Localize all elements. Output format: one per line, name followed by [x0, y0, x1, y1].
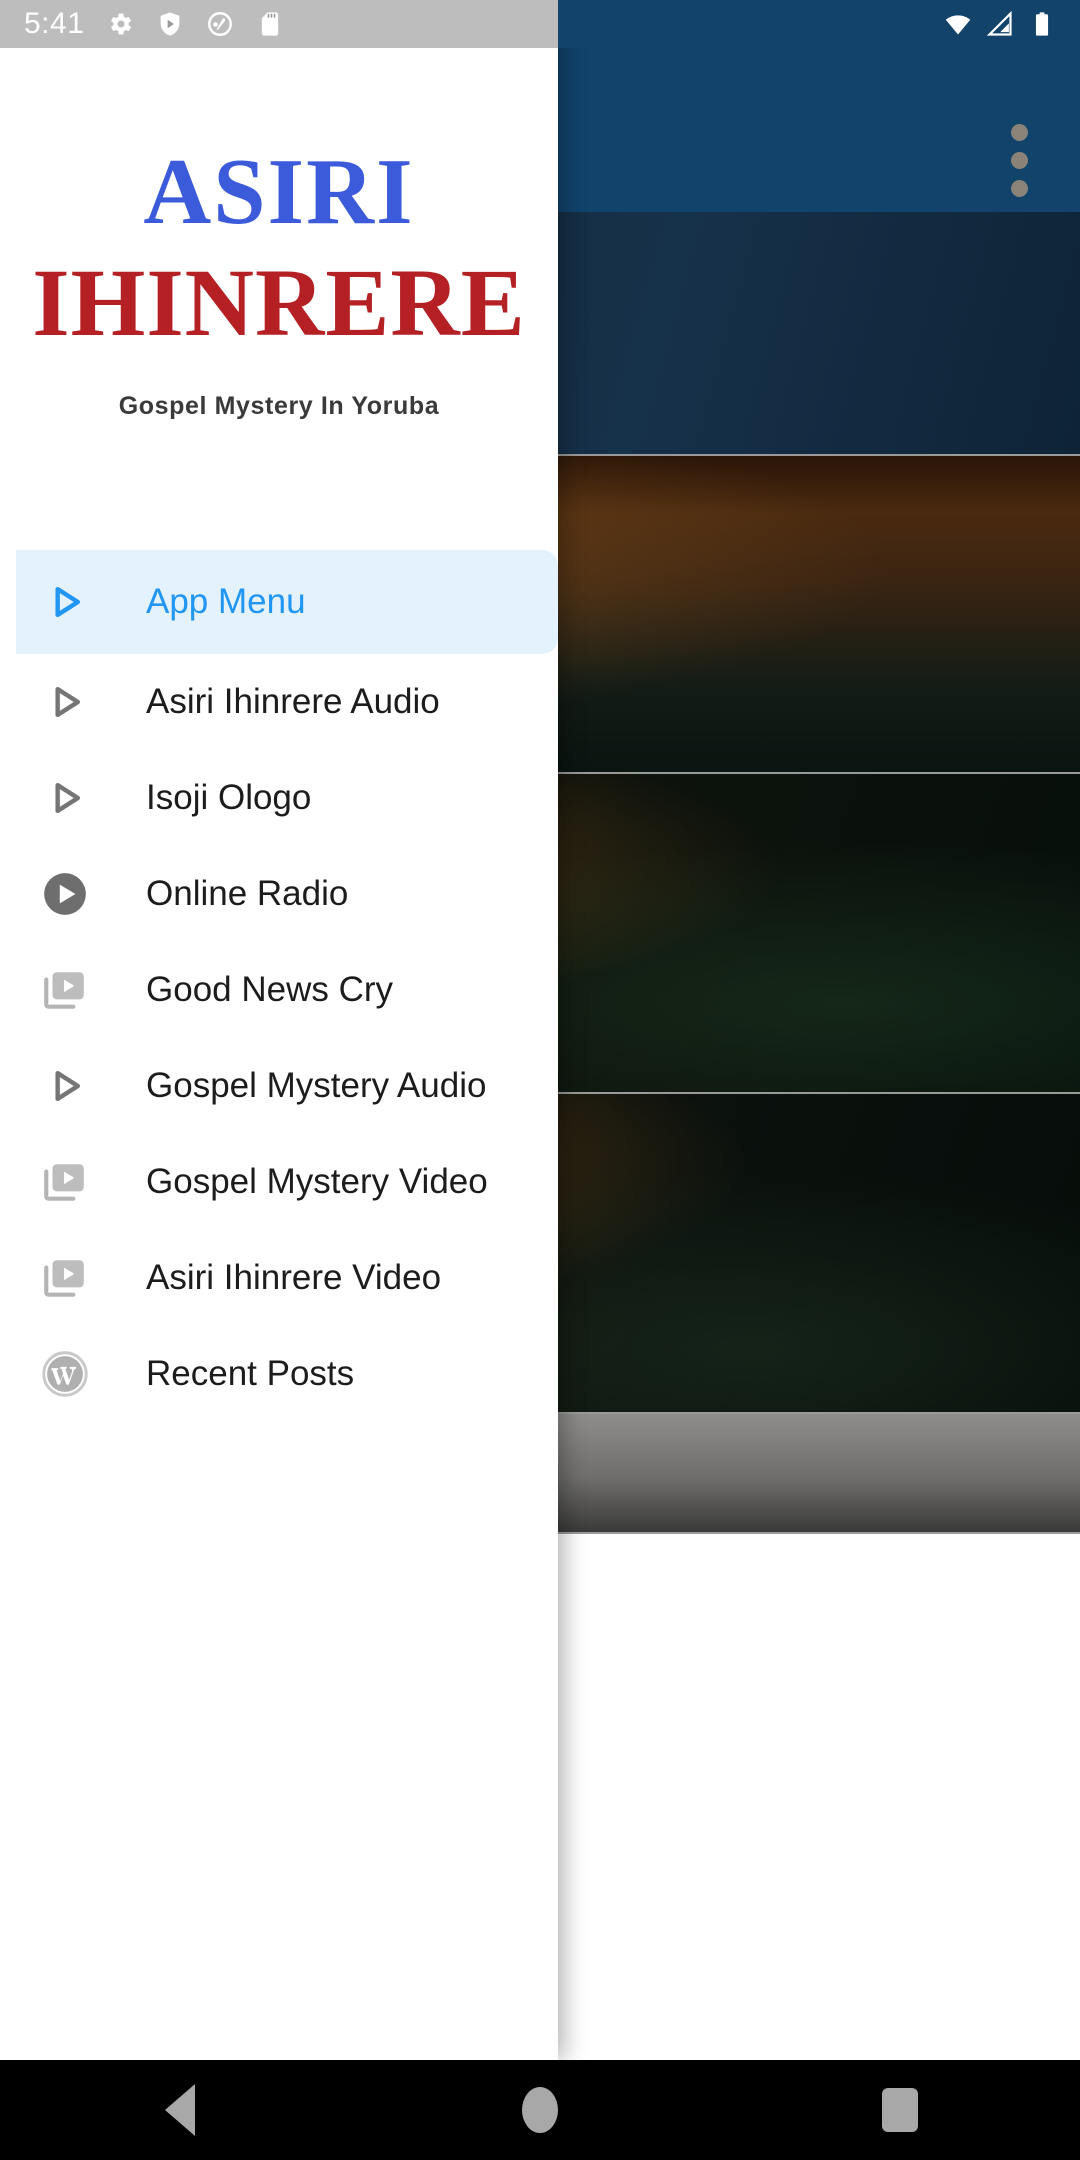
home-circle-icon: [522, 2087, 558, 2133]
status-bar-right: [558, 0, 1080, 48]
drawer-item-gospel-mystery-audio[interactable]: Gospel Mystery Audio: [0, 1038, 558, 1134]
logo-line-asiri: ASIRI: [143, 140, 415, 245]
drawer-item-gospel-mystery-video[interactable]: Gospel Mystery Video: [0, 1134, 558, 1230]
drawer-item-recent-posts[interactable]: Recent Posts: [0, 1326, 558, 1422]
status-bar: 5:41: [0, 0, 1080, 48]
home-button[interactable]: [480, 2060, 600, 2160]
logo-line-ihinrere: IHINRERE: [32, 249, 526, 357]
drawer-item-label: Asiri Ihinrere Audio: [146, 682, 440, 721]
back-triangle-icon: [165, 2084, 195, 2136]
play-outline-icon: [34, 1064, 96, 1108]
battery-icon: [1035, 12, 1049, 36]
overflow-dot-icon: [1011, 152, 1028, 169]
drawer-item-label: Isoji Ologo: [146, 778, 312, 817]
drawer-item-label: Good News Cry: [146, 970, 394, 1009]
drawer-menu-list[interactable]: App Menu Asiri Ihinrere Audio Isoji Olog…: [0, 518, 558, 1422]
play-outline-icon: [34, 580, 96, 624]
drawer-header-logo: ASIRI IHINRERE Gospel Mystery In Yoruba: [0, 48, 558, 518]
sd-card-icon: [262, 12, 279, 36]
status-bar-clock: 5:41: [24, 7, 85, 40]
play-outline-icon: [34, 776, 96, 820]
video-library-icon: [34, 965, 96, 1015]
gear-icon: [111, 13, 132, 35]
overflow-menu-button[interactable]: [1005, 118, 1034, 203]
drawer-item-online-radio[interactable]: Online Radio: [0, 846, 558, 942]
drawer-item-label: Gospel Mystery Audio: [146, 1066, 487, 1105]
play-outline-icon: [34, 680, 96, 724]
wordpress-icon: [34, 1349, 96, 1399]
drawer-item-asiri-ihinrere-video[interactable]: Asiri Ihinrere Video: [0, 1230, 558, 1326]
overflow-dot-icon: [1011, 180, 1028, 197]
drawer-item-isoji-ologo[interactable]: Isoji Ologo: [0, 750, 558, 846]
circle-slash-icon: [208, 12, 233, 36]
recents-button[interactable]: [840, 2060, 960, 2160]
play-circle-icon: [34, 869, 96, 919]
drawer-item-app-menu[interactable]: App Menu: [16, 550, 558, 654]
drawer-item-label: Asiri Ihinrere Video: [146, 1258, 442, 1297]
cell-signal-icon: [986, 10, 1012, 36]
logo-tagline: Gospel Mystery In Yoruba: [118, 391, 440, 420]
android-nav-bar[interactable]: [0, 2060, 1080, 2160]
overflow-dot-icon: [1011, 124, 1028, 141]
drawer-item-label: Recent Posts: [146, 1354, 355, 1393]
wifi-icon: [945, 15, 971, 35]
drawer-item-label: App Menu: [146, 582, 306, 621]
drawer-item-label: Online Radio: [146, 874, 349, 913]
video-library-icon: [34, 1157, 96, 1207]
recents-square-icon: [882, 2088, 918, 2132]
drawer-item-good-news-cry[interactable]: Good News Cry: [0, 942, 558, 1038]
drawer-item-label: Gospel Mystery Video: [146, 1162, 488, 1201]
drawer-item-asiri-ihinrere-audio[interactable]: Asiri Ihinrere Audio: [0, 654, 558, 750]
status-bar-left: 5:41: [0, 0, 558, 48]
back-button[interactable]: [120, 2060, 240, 2160]
video-library-icon: [34, 1253, 96, 1303]
phone-screen: aters. ASIRI IHINRERE Gospel Mystery In …: [0, 0, 1080, 2160]
navigation-drawer[interactable]: ASIRI IHINRERE Gospel Mystery In Yoruba …: [0, 0, 558, 2060]
play-shield-icon: [161, 12, 180, 36]
